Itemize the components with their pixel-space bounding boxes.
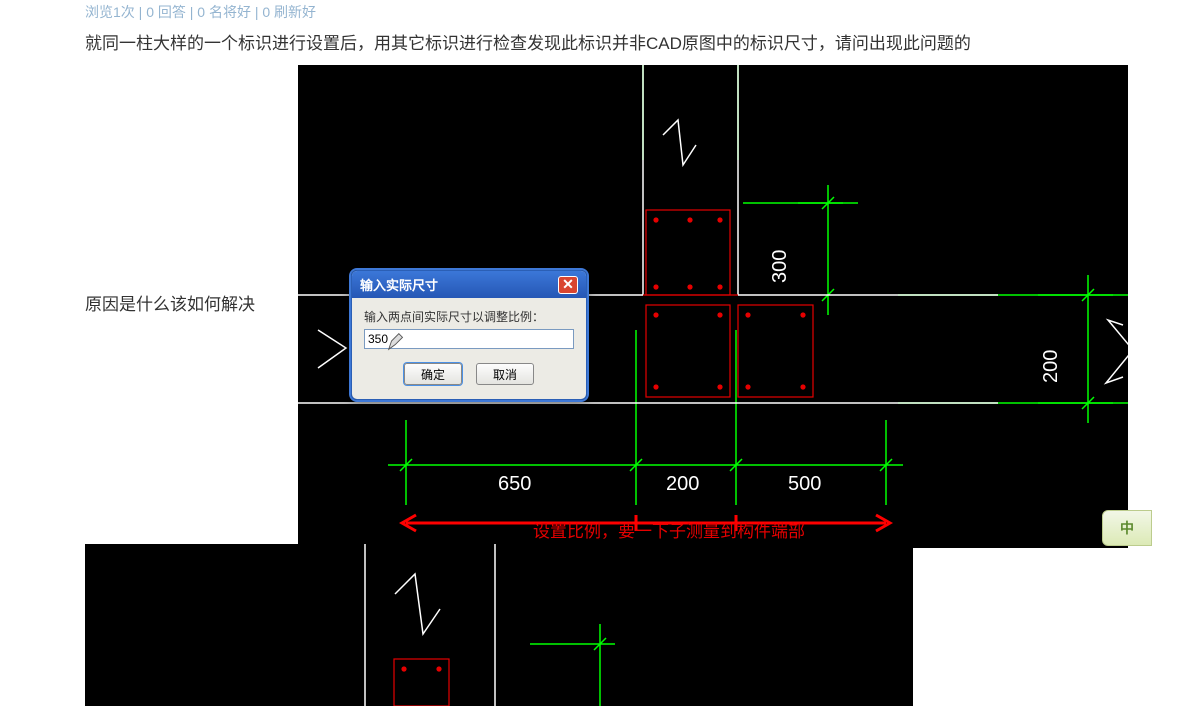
dim-500: 500 (788, 473, 821, 495)
close-icon[interactable]: ✕ (558, 276, 578, 294)
ime-label: 中 (1120, 518, 1134, 538)
dim-300v: 300 (769, 250, 791, 283)
dimension-input[interactable] (364, 329, 574, 349)
input-size-dialog: 输入实际尺寸 ✕ 输入两点间实际尺寸以调整比例： 确定 取消 (351, 270, 587, 400)
dim-200h: 200 (666, 473, 699, 495)
dim-200v: 200 (1040, 350, 1062, 383)
cancel-button[interactable]: 取消 (476, 363, 534, 385)
ok-button[interactable]: 确定 (404, 363, 462, 385)
dialog-title-text: 输入实际尺寸 (360, 275, 438, 294)
cad-screenshot-2 (85, 544, 913, 706)
dialog-label: 输入两点间实际尺寸以调整比例： (364, 308, 574, 325)
dialog-titlebar[interactable]: 输入实际尺寸 ✕ (352, 271, 586, 298)
question-text-line1: 就同一柱大样的一个标识进行设置后，用其它标识进行检查发现此标识并非CAD原图中的… (85, 30, 1194, 57)
ime-indicator[interactable]: 中 (1102, 510, 1152, 546)
cad-screenshot-1: 650 200 500 300 200 设置比例，要一下子测量到构件端部 输入实… (298, 65, 1128, 548)
question-text-line2: 原因是什么该如何解决 (85, 290, 255, 315)
cad-drawing-svg-2 (85, 544, 913, 706)
dim-650: 650 (498, 473, 531, 495)
red-annotation-text: 设置比例，要一下子测量到构件端部 (533, 517, 805, 542)
view-stats: 浏览1次 | 0 回答 | 0 名将好 | 0 刷新好 (85, 0, 1194, 30)
